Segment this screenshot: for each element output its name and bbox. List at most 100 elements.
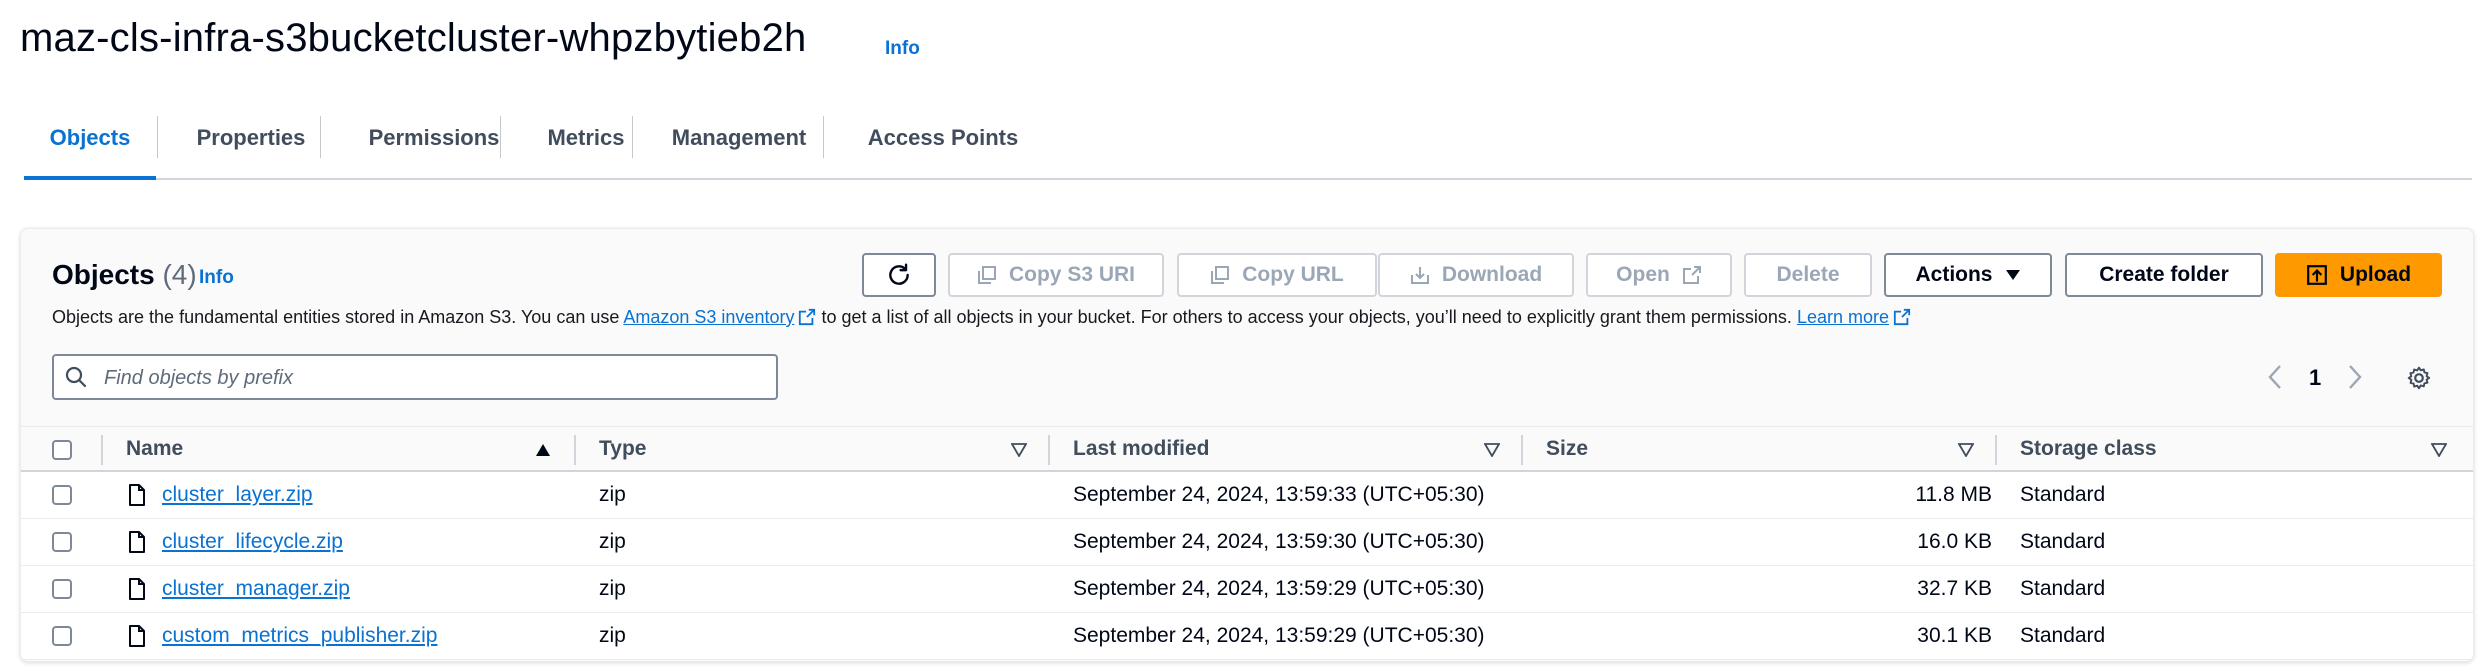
download-button[interactable]: Download [1378, 253, 1574, 297]
select-all-checkbox[interactable] [52, 440, 72, 460]
table-row[interactable]: cluster_lifecycle.zip zip September 24, … [21, 519, 2473, 566]
column-header-size[interactable]: Size [1546, 427, 1588, 473]
table-row[interactable]: custom_metrics_publisher.zip zip Septemb… [21, 613, 2473, 660]
open-button[interactable]: Open [1586, 253, 1732, 297]
row-checkbox[interactable] [52, 626, 72, 646]
objects-heading: Objects (4) [52, 259, 197, 291]
column-header-type[interactable]: Type [599, 427, 646, 473]
object-type: zip [599, 577, 626, 600]
search-box [52, 354, 778, 400]
object-last-modified: September 24, 2024, 13:59:30 (UTC+05:30) [1073, 530, 1485, 553]
page-title: maz-cls-infra-s3bucketcluster-whpzbytieb… [20, 16, 807, 60]
actions-dropdown[interactable]: Actions [1884, 253, 2052, 297]
download-label: Download [1441, 263, 1543, 286]
object-name[interactable]: cluster_manager.zip [162, 566, 350, 612]
gear-icon[interactable] [2406, 365, 2432, 391]
object-type: zip [599, 530, 626, 553]
row-checkbox[interactable] [52, 532, 72, 552]
object-link[interactable]: cluster_layer.zip [162, 483, 313, 506]
table-header: Name Type Last modified Size Storage cla… [21, 426, 2473, 472]
tab-access-points[interactable]: Access Points [824, 110, 1062, 178]
objects-title: Objects [52, 259, 155, 290]
open-label: Open [1616, 263, 1670, 286]
sort-ascending-icon[interactable] [535, 443, 551, 457]
tab-management[interactable]: Management [633, 110, 845, 178]
objects-description: Objects are the fundamental entities sto… [52, 307, 1911, 328]
external-link-icon [799, 308, 816, 326]
column-header-last-modified[interactable]: Last modified [1073, 427, 1210, 473]
table-row[interactable]: cluster_manager.zip zip September 24, 20… [21, 566, 2473, 613]
file-icon [129, 578, 145, 600]
object-name[interactable]: cluster_layer.zip [162, 472, 313, 518]
tab-properties[interactable]: Properties [158, 110, 344, 178]
object-type: zip [599, 483, 626, 506]
copy-s3-uri-button[interactable]: Copy S3 URI [948, 253, 1164, 297]
objects-info-link[interactable]: Info [199, 267, 234, 289]
object-storage-class: Standard [2020, 624, 2106, 647]
column-divider [1995, 435, 1997, 465]
copy-icon [977, 266, 996, 284]
object-size: 16.0 KB [1917, 530, 1992, 553]
create-folder-button[interactable]: Create folder [2065, 253, 2263, 297]
current-page[interactable]: 1 [2309, 365, 2321, 391]
external-link-icon [1893, 308, 1911, 326]
s3-bucket-page: maz-cls-infra-s3bucketcluster-whpzbytieb… [0, 0, 2479, 670]
object-link[interactable]: cluster_lifecycle.zip [162, 530, 343, 553]
upload-label: Upload [2339, 263, 2412, 286]
sort-icon[interactable] [1484, 443, 1500, 457]
copy-s3-uri-label: Copy S3 URI [1008, 263, 1136, 286]
bucket-info-link[interactable]: Info [885, 38, 920, 60]
refresh-icon [889, 263, 909, 285]
sort-icon[interactable] [1011, 443, 1027, 457]
copy-url-button[interactable]: Copy URL [1177, 253, 1377, 297]
object-name[interactable]: custom_metrics_publisher.zip [162, 613, 437, 659]
s3-inventory-link[interactable]: Amazon S3 inventory [623, 307, 794, 327]
object-storage-class: Standard [2020, 530, 2106, 553]
sort-icon[interactable] [1958, 443, 1974, 457]
object-last-modified: September 24, 2024, 13:59:29 (UTC+05:30) [1073, 624, 1485, 647]
objects-panel: Objects (4) Info Copy S3 URI Copy URL Do… [20, 228, 2474, 662]
bucket-tabs: Objects Properties Permissions Metrics M… [24, 110, 2472, 180]
object-type: zip [599, 624, 626, 647]
object-name[interactable]: cluster_lifecycle.zip [162, 519, 343, 565]
chevron-left-icon[interactable] [2266, 364, 2284, 390]
delete-button[interactable]: Delete [1744, 253, 1872, 297]
object-link[interactable]: cluster_manager.zip [162, 577, 350, 600]
search-input[interactable] [102, 362, 766, 394]
copy-icon [1211, 266, 1230, 284]
delete-label: Delete [1776, 263, 1840, 286]
column-divider [1048, 435, 1050, 465]
object-size: 32.7 KB [1917, 577, 1992, 600]
sort-icon[interactable] [2431, 443, 2447, 457]
column-divider [1521, 435, 1523, 465]
objects-count: (4) [162, 259, 197, 290]
refresh-button[interactable] [862, 253, 936, 297]
external-link-icon [1682, 266, 1701, 284]
file-icon [129, 484, 145, 506]
object-last-modified: September 24, 2024, 13:59:29 (UTC+05:30) [1073, 577, 1485, 600]
object-storage-class: Standard [2020, 483, 2106, 506]
learn-more-link[interactable]: Learn more [1797, 307, 1889, 327]
description-middle: to get a list of all objects in your buc… [816, 307, 1797, 327]
table-row[interactable]: cluster_layer.zip zip September 24, 2024… [21, 472, 2473, 519]
row-checkbox[interactable] [52, 485, 72, 505]
download-icon [1410, 267, 1429, 284]
column-divider [574, 435, 576, 465]
column-header-storage-class[interactable]: Storage class [2020, 427, 2157, 473]
object-storage-class: Standard [2020, 577, 2106, 600]
copy-url-label: Copy URL [1242, 263, 1344, 286]
caret-down-icon [2005, 270, 2020, 280]
tab-objects[interactable]: Objects [24, 110, 156, 180]
file-icon [129, 625, 145, 647]
object-size: 30.1 KB [1917, 624, 1992, 647]
column-header-name[interactable]: Name [126, 427, 183, 473]
file-icon [129, 531, 145, 553]
row-checkbox[interactable] [52, 579, 72, 599]
create-folder-label: Create folder [2099, 263, 2229, 286]
upload-button[interactable]: Upload [2275, 253, 2442, 297]
column-divider [101, 435, 103, 465]
object-link[interactable]: custom_metrics_publisher.zip [162, 624, 437, 647]
chevron-right-icon[interactable] [2346, 364, 2364, 390]
search-icon [65, 366, 87, 388]
description-prefix: Objects are the fundamental entities sto… [52, 307, 624, 327]
